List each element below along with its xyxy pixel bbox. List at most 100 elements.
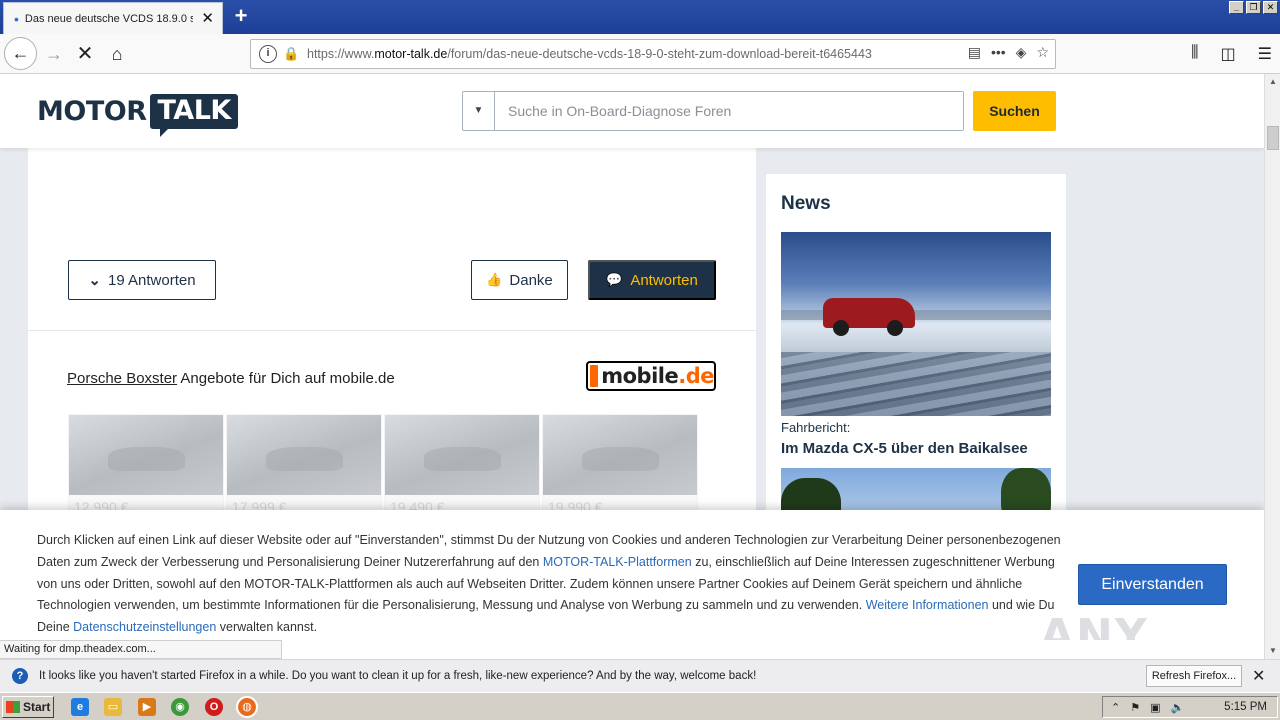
site-info-icon[interactable]: i — [259, 45, 277, 63]
car-offer-card[interactable]: 12.990 € — [68, 414, 224, 518]
forum-search: ▼ — [462, 91, 964, 131]
page-scrollbar[interactable]: ▲ ▼ — [1264, 74, 1280, 659]
mobile-logo-bar — [590, 365, 599, 387]
search-scope-dropdown-icon[interactable]: ▼ — [463, 92, 495, 130]
chevron-down-icon: ⌄ — [88, 272, 101, 289]
car-offer-card[interactable]: 19.990 € — [542, 414, 698, 518]
page-actions-icon[interactable]: ••• — [991, 44, 1006, 61]
close-notification-icon[interactable]: ✕ — [1252, 666, 1265, 686]
close-tab-icon[interactable]: ✕ — [201, 9, 214, 27]
address-bar[interactable]: i 🔒 https://www.motor-talk.de/forum/das-… — [250, 39, 1056, 69]
media-player-icon[interactable]: ▶ — [138, 698, 156, 716]
car-photo — [69, 415, 223, 495]
reply-label: Antworten — [630, 271, 698, 289]
reply-button[interactable]: 💬 Antworten — [588, 260, 716, 300]
danke-label: Danke — [509, 271, 553, 289]
browser-tab[interactable]: • Das neue deutsche VCDS 18.9.0 s ✕ — [3, 2, 223, 34]
car-offer-card[interactable]: 19.490 € — [384, 414, 540, 518]
ad-model-link[interactable]: Porsche Boxster — [67, 370, 177, 387]
thumbs-up-icon: 👍 — [486, 272, 503, 287]
internet-explorer-icon[interactable]: e — [71, 698, 89, 716]
action-center-flag-icon[interactable]: ⚑ — [1130, 701, 1140, 714]
start-button[interactable]: Start — [2, 696, 54, 718]
url-domain: motor-talk.de — [374, 47, 448, 61]
news-category: Fahrbericht: — [781, 420, 851, 435]
more-info-link[interactable]: Weitere Informationen — [866, 598, 989, 612]
navigation-toolbar: ← → ✕ ⌂ i 🔒 https://www.motor-talk.de/fo… — [0, 34, 1280, 74]
close-window-icon[interactable]: ✕ — [1263, 1, 1278, 14]
url-path: /forum/das-neue-deutsche-vcds-18-9-0-ste… — [447, 47, 872, 61]
volume-icon[interactable]: 🔈 — [1171, 701, 1185, 714]
folder-icon[interactable]: ▭ — [104, 698, 122, 716]
start-label: Start — [23, 700, 51, 714]
logo-text-motor: MOTOR — [37, 96, 147, 127]
notification-message: It looks like you haven't started Firefo… — [39, 670, 757, 682]
stop-loading-button[interactable]: ✕ — [69, 38, 101, 70]
news-heading: News — [781, 193, 831, 214]
system-tray: ⌃ ⚑ ▣ 🔈 5:15 PM — [1102, 696, 1278, 718]
search-input[interactable] — [495, 92, 963, 130]
speech-bubble-icon: 💬 — [606, 272, 623, 287]
scroll-down-arrow-icon[interactable]: ▼ — [1265, 643, 1280, 659]
privacy-settings-link[interactable]: Datenschutzeinstellungen — [73, 620, 216, 634]
anyrun-watermark: ANY RUN — [1040, 610, 1149, 640]
windows-taskbar: Start e ▭ ▶ ◉ O ◍ ⌃ ⚑ ▣ 🔈 5:15 PM — [0, 692, 1280, 720]
car-photo — [385, 415, 539, 495]
logo-text-talk: TALK — [150, 94, 238, 137]
opera-icon[interactable]: O — [205, 698, 223, 716]
answers-toggle-button[interactable]: ⌄ 19 Antworten — [68, 260, 216, 300]
clock[interactable]: 5:15 PM — [1224, 701, 1267, 713]
sidebar-toggle-icon[interactable]: ◫ — [1221, 44, 1236, 64]
mobile-logo-suffix: .de — [678, 364, 714, 388]
pocket-icon[interactable]: ◈ — [1016, 44, 1027, 61]
status-text: Waiting for dmp.theadex.com... — [0, 640, 282, 659]
cookie-text-part: verwalten kannst. — [216, 620, 318, 635]
chrome-icon[interactable]: ◉ — [171, 698, 189, 716]
bookmark-star-icon[interactable]: ☆ — [1036, 44, 1049, 61]
cookie-consent-banner: Durch Klicken auf einen Link auf dieser … — [0, 510, 1264, 640]
car-photo — [543, 415, 697, 495]
restore-icon[interactable]: ❐ — [1246, 1, 1261, 14]
tray-expand-icon[interactable]: ⌃ — [1111, 701, 1120, 714]
answers-label: 19 Antworten — [108, 271, 196, 289]
url-text[interactable]: https://www.motor-talk.de/forum/das-neue… — [307, 47, 907, 61]
firefox-icon[interactable]: ◍ — [236, 696, 258, 718]
browser-tab-bar: • Das neue deutsche VCDS 18.9.0 s ✕ + _ … — [0, 0, 1280, 34]
platforms-link[interactable]: MOTOR-TALK-Plattformen — [543, 555, 692, 569]
url-prefix: https://www. — [307, 47, 375, 61]
search-button[interactable]: Suchen — [973, 91, 1056, 131]
ad-tagline: Angebote für Dich auf mobile.de — [177, 370, 395, 387]
network-icon[interactable]: ▣ — [1150, 701, 1160, 714]
scroll-up-arrow-icon[interactable]: ▲ — [1265, 74, 1280, 90]
lock-icon[interactable]: 🔒 — [283, 46, 299, 62]
menu-icon[interactable]: ☰ — [1258, 44, 1272, 64]
library-icon[interactable]: ⫼ — [1191, 44, 1198, 64]
news-image-mazda[interactable] — [781, 232, 1051, 416]
new-tab-button[interactable]: + — [228, 3, 254, 29]
web-page: MOTOR TALK ▼ Suchen ⌄ 19 Antworten 👍 Dan… — [0, 74, 1264, 640]
ad-headline: Porsche Boxster Angebote für Dich auf mo… — [67, 370, 395, 387]
windows-logo-icon — [6, 701, 20, 713]
window-controls: _ ❐ ✕ — [1229, 1, 1278, 14]
divider — [28, 330, 756, 331]
scrollbar-thumb[interactable] — [1267, 126, 1279, 150]
mobile-de-logo[interactable]: mobile .de — [586, 361, 716, 391]
refresh-notification-bar: ? It looks like you haven't started Fire… — [0, 659, 1280, 692]
minimize-icon[interactable]: _ — [1229, 1, 1244, 14]
home-button[interactable]: ⌂ — [101, 38, 133, 70]
mobile-logo-text: mobile — [601, 364, 679, 388]
motor-talk-logo[interactable]: MOTOR TALK — [37, 94, 238, 137]
car-offer-card[interactable]: 17.999 € — [226, 414, 382, 518]
back-button[interactable]: ← — [4, 37, 37, 70]
news-title-link[interactable]: Im Mazda CX-5 über den Baikalsee — [781, 440, 1028, 457]
cookie-consent-text: Durch Klicken auf einen Link auf dieser … — [37, 530, 1062, 639]
refresh-firefox-button[interactable]: Refresh Firefox... — [1146, 665, 1242, 687]
car-photo — [227, 415, 381, 495]
reader-view-icon[interactable]: ▤ — [968, 44, 981, 61]
site-header: MOTOR TALK ▼ Suchen — [0, 74, 1264, 148]
tab-title: Das neue deutsche VCDS 18.9.0 s — [24, 12, 193, 25]
question-icon: ? — [12, 668, 28, 684]
forward-button[interactable]: → — [38, 38, 70, 70]
danke-button[interactable]: 👍 Danke — [471, 260, 568, 300]
agree-button[interactable]: Einverstanden — [1078, 564, 1227, 605]
